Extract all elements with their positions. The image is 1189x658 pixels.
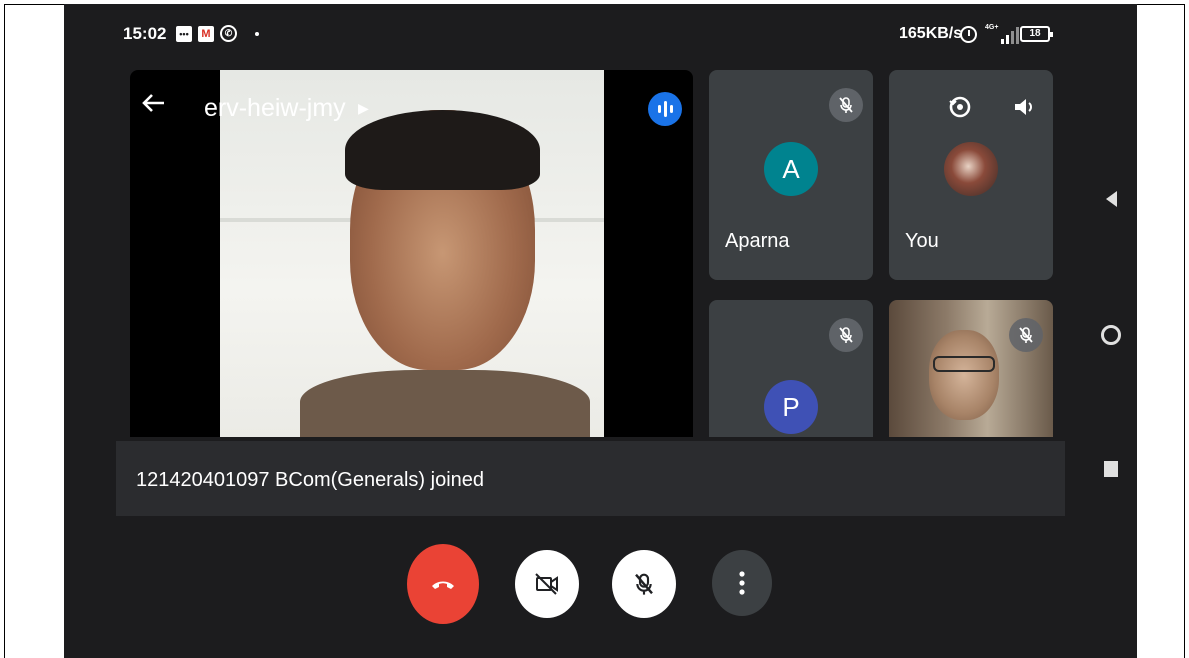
nav-recents-icon[interactable] (1098, 456, 1124, 482)
battery-icon: 18 (1020, 26, 1053, 42)
mic-toggle-button[interactable] (612, 550, 676, 618)
participant-tile-aparna[interactable]: A Aparna (709, 70, 873, 280)
switch-camera-icon[interactable] (943, 90, 977, 124)
participant-video (929, 330, 999, 420)
participant-tile-p[interactable]: P (709, 300, 873, 437)
nav-back-icon[interactable] (1098, 186, 1124, 212)
end-call-button[interactable] (407, 544, 479, 624)
network-type: 4G+ (985, 24, 999, 31)
glasses (933, 356, 995, 372)
mic-off-icon (635, 573, 653, 595)
more-notifications-dot-icon (255, 31, 259, 36)
nav-home-icon[interactable] (1098, 322, 1124, 348)
avatar (944, 142, 998, 196)
mic-off-icon (1009, 318, 1043, 352)
gmail-icon: M (198, 25, 214, 42)
main-speaker-tile[interactable]: erv-heiw-jmy ▶ (130, 70, 693, 437)
message-icon: ••• (176, 25, 192, 42)
participant-name: Aparna (725, 230, 790, 252)
more-vert-icon (739, 571, 745, 595)
chevron-right-icon[interactable]: ▶ (358, 100, 369, 117)
audio-level-icon (648, 92, 682, 126)
network-speed: 165KB/s (899, 25, 963, 42)
signal-icon: 4G+ (985, 24, 1020, 44)
hang-up-icon (432, 581, 454, 589)
more-options-button[interactable] (712, 550, 772, 616)
avatar: A (764, 142, 818, 196)
alarm-icon (960, 26, 977, 43)
meeting-room-code[interactable]: erv-heiw-jmy (204, 94, 346, 123)
participant-tile-you[interactable]: You (889, 70, 1053, 280)
notification-text: 121420401097 BCom(Generals) joined (136, 469, 485, 491)
whatsapp-icon: ✆ (220, 25, 237, 42)
mic-off-icon (829, 318, 863, 352)
status-bar: 15:02 ••• M ✆ 165KB/s 4G+ 18 (64, 4, 1137, 66)
speaker-volume-icon[interactable] (1007, 90, 1041, 124)
participant-tile-video[interactable] (889, 300, 1053, 437)
speaker-video (220, 70, 604, 437)
join-notification: 121420401097 BCom(Generals) joined (116, 441, 1065, 516)
notification-icons: ••• M ✆ (176, 25, 259, 42)
camera-off-icon (535, 573, 558, 595)
mic-off-icon (829, 88, 863, 122)
avatar: P (764, 380, 818, 434)
call-controls (64, 544, 1137, 634)
participant-name: You (905, 230, 939, 252)
system-nav-bar (1084, 4, 1137, 658)
status-time: 15:02 (123, 24, 167, 43)
camera-toggle-button[interactable] (515, 550, 579, 618)
phone-screen: 15:02 ••• M ✆ 165KB/s 4G+ 18 erv-heiw-jm… (64, 4, 1137, 658)
back-arrow-icon[interactable] (140, 90, 170, 120)
